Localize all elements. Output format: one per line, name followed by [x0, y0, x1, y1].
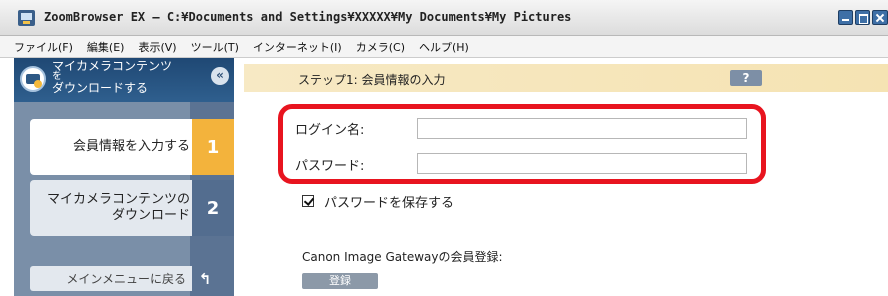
sidebar-step-1[interactable]: 会員情報を入力する 1 — [30, 119, 234, 175]
close-button[interactable] — [872, 10, 888, 25]
return-arrow-icon[interactable]: ↰ — [196, 270, 214, 288]
return-to-main-menu-label: メインメニューに戻る — [66, 272, 186, 286]
register-button[interactable]: 登録 — [302, 273, 378, 289]
sidebar-header: マイカメラコンテンツ を ダウンロードする « — [14, 58, 234, 102]
title-bar: ZoomBrowser EX – C:¥Documents and Settin… — [0, 0, 888, 36]
minimize-button[interactable] — [838, 10, 853, 25]
sidebar-title-line1: マイカメラコンテンツ — [52, 59, 173, 73]
help-button[interactable]: ? — [730, 70, 762, 86]
sidebar-step-2-label-line2: ダウンロード — [111, 208, 190, 223]
menu-internet[interactable]: インターネット(I) — [253, 39, 342, 55]
camera-contents-icon — [20, 66, 46, 92]
remember-password-label[interactable]: パスワードを保存する — [324, 192, 454, 211]
menu-file[interactable]: ファイル(F) — [14, 39, 73, 55]
collapse-sidebar-icon[interactable]: « — [211, 67, 229, 85]
sidebar-title: マイカメラコンテンツ を ダウンロードする — [52, 60, 202, 94]
sidebar-step-2-label-line1: マイカメラコンテンツの — [46, 192, 190, 207]
remember-password-row[interactable]: パスワードを保存する — [302, 192, 454, 211]
menu-bar: ファイル(F) 編集(E) 表示(V) ツール(T) インターネット(I) カメ… — [0, 36, 888, 58]
sidebar-step-2[interactable]: マイカメラコンテンツの ダウンロード 2 — [30, 180, 234, 236]
sidebar-step-1-number: 1 — [192, 119, 234, 175]
return-to-main-menu-button[interactable]: メインメニューに戻る — [30, 266, 192, 291]
registration-label: Canon Image Gatewayの会員登録: — [302, 250, 503, 264]
step-header-bar: ステップ1: 会員情報の入力 ? — [244, 64, 888, 92]
menu-edit[interactable]: 編集(E) — [87, 39, 125, 55]
password-label: パスワード: — [295, 159, 365, 174]
menu-camera[interactable]: カメラ(C) — [356, 39, 405, 55]
step-title: ステップ1: 会員情報の入力 — [298, 73, 446, 87]
window-title: ZoomBrowser EX – C:¥Documents and Settin… — [44, 10, 572, 24]
login-highlight-box: ログイン名: パスワード: — [278, 104, 766, 184]
login-name-input[interactable] — [417, 118, 747, 139]
sidebar-step-1-label: 会員情報を入力する — [72, 139, 190, 154]
sidebar: マイカメラコンテンツ を ダウンロードする « 会員情報を入力する 1 マイカメ… — [14, 58, 234, 296]
sidebar-step-2-label: マイカメラコンテンツの ダウンロード — [30, 180, 198, 236]
password-input[interactable] — [417, 153, 747, 174]
remember-password-checkbox[interactable] — [302, 195, 314, 207]
menu-tools[interactable]: ツール(T) — [191, 39, 239, 55]
login-name-label: ログイン名: — [295, 123, 365, 138]
zoombrowser-app-icon[interactable] — [18, 10, 35, 26]
menu-help[interactable]: ヘルプ(H) — [419, 39, 469, 55]
sidebar-title-line3: ダウンロードする — [52, 81, 149, 95]
menu-view[interactable]: 表示(V) — [138, 39, 176, 55]
main-panel: ステップ1: 会員情報の入力 ? ログイン名: パスワード: パスワードを保存す… — [234, 58, 888, 296]
sidebar-step-2-number: 2 — [192, 180, 234, 236]
maximize-button[interactable] — [855, 10, 870, 25]
